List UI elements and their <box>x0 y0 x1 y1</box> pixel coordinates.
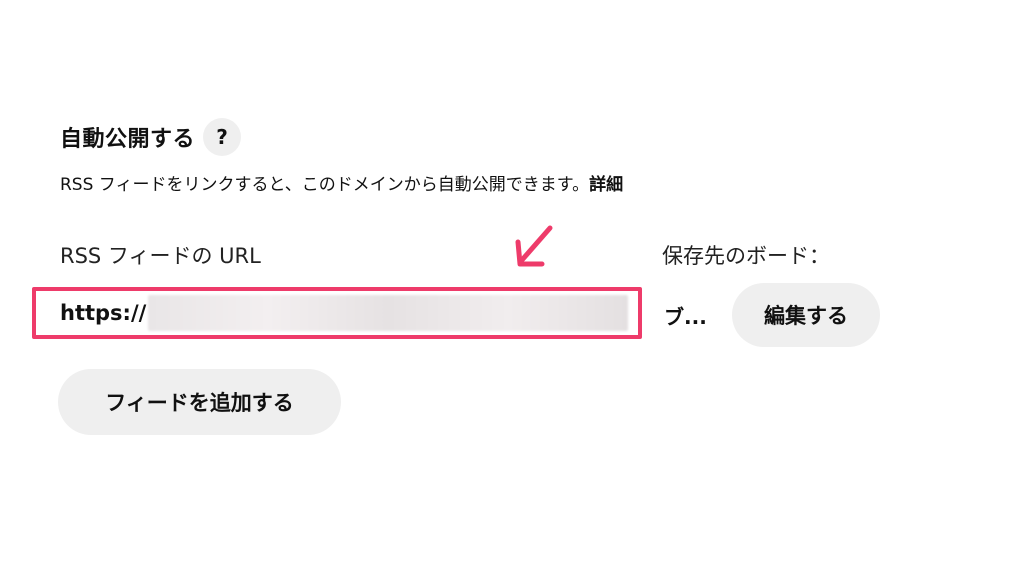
section-description: RSS フィードをリンクすると、このドメインから自動公開できます。詳細 <box>60 170 623 195</box>
description-text: RSS フィードをリンクすると、このドメインから自動公開できます。 <box>60 175 590 195</box>
section-title: 自動公開する <box>60 127 196 152</box>
add-feed-button[interactable]: フィードを追加する <box>58 369 341 435</box>
details-link[interactable]: 詳細 <box>589 175 623 195</box>
arrow-down-left-icon <box>515 225 553 267</box>
section-header: 自動公開する ? <box>60 118 242 156</box>
board-label: 保存先のボード： <box>662 244 830 268</box>
autopublish-settings-panel: 自動公開する ? RSS フィードをリンクすると、このドメインから自動公開できま… <box>0 0 1024 561</box>
redacted-url-blur <box>148 295 629 331</box>
board-value[interactable]: ブ... <box>664 301 707 330</box>
help-icon[interactable]: ? <box>203 118 242 156</box>
feed-url-label: RSS フィードの URL <box>60 244 261 268</box>
feed-url-field[interactable]: https:// <box>32 287 642 339</box>
feed-url-value: https:// <box>60 301 147 325</box>
edit-button[interactable]: 編集する <box>732 283 880 347</box>
